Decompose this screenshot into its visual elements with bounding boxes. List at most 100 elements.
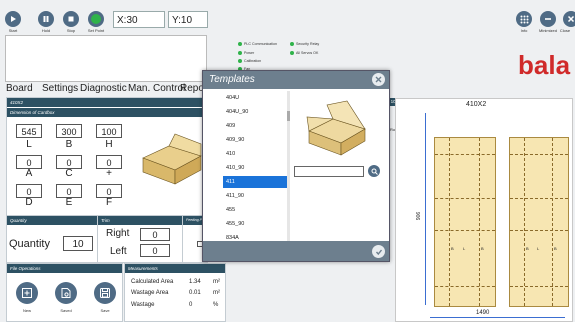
template-list-item[interactable]: 404U	[223, 92, 287, 104]
template-list-item[interactable]: 410_90	[223, 162, 287, 174]
saved-button[interactable]	[55, 282, 77, 304]
template-list-item[interactable]: 409_90	[223, 134, 287, 146]
check-icon	[375, 249, 382, 255]
close-icon	[567, 15, 575, 23]
stop-icon	[68, 16, 74, 22]
scrollbar-thumb[interactable]	[287, 111, 290, 121]
status-ok-icon	[290, 51, 294, 55]
sheet-mark: B	[481, 246, 484, 251]
tab-board[interactable]: Board	[6, 83, 33, 94]
dim-h-field[interactable]: 100	[96, 124, 122, 138]
play-icon	[11, 16, 16, 22]
x-coordinate-field: X:30	[113, 11, 165, 28]
trim-left-label: Left	[110, 246, 127, 257]
info-label: Info	[520, 28, 528, 33]
layout-width-label: 1490	[476, 310, 490, 316]
template-list-item[interactable]: 455_90	[223, 218, 287, 230]
brand-logo: bala	[518, 50, 571, 80]
wastage-label: Wastage	[131, 302, 155, 308]
cardboard-sheet: B L B	[434, 137, 496, 307]
wastage-unit: %	[213, 302, 219, 308]
tab-diagnostic[interactable]: Diagnostic	[80, 83, 127, 94]
template-search-input[interactable]	[294, 166, 364, 177]
sheet-fold-line	[552, 138, 553, 306]
templates-dialog-header: Templates	[203, 71, 389, 89]
dim-c-field[interactable]: 0	[56, 155, 82, 169]
sheet-fold-line	[435, 154, 495, 155]
sheet-fold-line	[510, 198, 568, 199]
template-list-item[interactable]: 409	[223, 120, 287, 132]
minus-icon	[545, 18, 551, 20]
template-list[interactable]: 404U 404U_90 409 409_90 410 410_90 411 4…	[203, 89, 291, 241]
set-point-label: Set Point	[87, 28, 105, 33]
templates-dialog: Templates 404U 404U_90 409 409_90 410 41…	[202, 70, 390, 262]
template-list-item-selected[interactable]: 411	[223, 176, 287, 188]
layout-preview: 410X2 906 1490 B L B B L B	[395, 98, 573, 322]
trim-header: Trim	[98, 216, 182, 225]
tab-man-control[interactable]: Man. Control	[128, 83, 185, 94]
dim-b-field[interactable]: 300	[56, 124, 82, 138]
sheet-fold-line	[510, 154, 568, 155]
sheet-mark: B	[526, 246, 529, 251]
template-list-scrollbar[interactable]	[287, 91, 290, 241]
trim-right-field[interactable]: 0	[140, 228, 170, 241]
search-icon	[371, 168, 378, 175]
cardbox-preview-image	[142, 133, 202, 185]
template-list-item[interactable]: 410	[223, 148, 287, 160]
file-operations-panel: File Operations New Saved Save	[6, 263, 123, 322]
hold-button[interactable]	[38, 11, 54, 27]
pause-icon	[43, 16, 49, 22]
dim-plus-field[interactable]: 0	[96, 155, 122, 169]
status-security-relay: Security Relay	[290, 42, 319, 46]
dimension-header: Dimension of Cardbox	[7, 108, 207, 117]
dim-c-label: C	[65, 168, 73, 179]
quantity-field[interactable]: 10	[63, 236, 93, 251]
start-button[interactable]	[5, 11, 21, 27]
close-icon	[375, 76, 382, 83]
cardboard-sheet: B L B	[509, 137, 569, 307]
new-button[interactable]	[16, 282, 38, 304]
y-coordinate-field: Y:10	[168, 11, 208, 28]
wastage-value: 0	[189, 302, 193, 308]
sheet-mark: B	[554, 246, 557, 251]
save-button[interactable]	[94, 282, 116, 304]
close-button[interactable]	[563, 11, 575, 27]
dim-e-field[interactable]: 0	[56, 184, 82, 198]
sheet-fold-line	[524, 138, 525, 306]
measurements-panel: Measurements Calculated Area 1.34 m² Was…	[124, 263, 226, 322]
set-point-button[interactable]	[88, 11, 104, 27]
close-label: Close	[559, 28, 571, 33]
template-list-item[interactable]: 411_90	[223, 190, 287, 202]
dim-d-field[interactable]: 0	[16, 184, 42, 198]
calculated-area-value: 1.34	[189, 279, 201, 285]
info-button[interactable]	[516, 11, 532, 27]
saved-file-icon	[61, 288, 71, 298]
measure-header: Measurements	[125, 264, 225, 273]
dimension-panel: 410X2 Dimension of Cardbox 545 300 100 L…	[6, 97, 208, 216]
dim-a-field[interactable]: 0	[16, 155, 42, 169]
tab-settings[interactable]: Settings	[42, 83, 78, 94]
minimize-button[interactable]	[540, 11, 556, 27]
trim-left-field[interactable]: 0	[140, 244, 170, 257]
template-list-item[interactable]: 455	[223, 204, 287, 216]
dim-f-field[interactable]: 0	[96, 184, 122, 198]
trim-panel: Trim Right 0 Left 0	[97, 215, 183, 263]
quantity-header: Quantity	[7, 216, 97, 225]
template-list-item[interactable]: 404U_90	[223, 106, 287, 118]
status-plc-communication: PLC Communication	[238, 42, 277, 46]
dialog-close-button[interactable]	[372, 73, 385, 86]
sheet-fold-line	[449, 138, 450, 306]
dim-plus-label: +	[106, 168, 112, 179]
template-preview-image	[306, 100, 366, 156]
template-search-button[interactable]	[368, 165, 380, 177]
dialog-confirm-button[interactable]	[372, 245, 385, 258]
dim-l-field[interactable]: 545	[16, 124, 42, 138]
stop-button[interactable]	[63, 11, 79, 27]
save-label: Save	[100, 308, 110, 313]
layout-width-dimension-line	[430, 317, 565, 318]
file-header: File Operations	[7, 264, 122, 273]
stop-label: Stop	[66, 28, 76, 33]
hold-label: Hold	[41, 28, 51, 33]
message-log	[5, 35, 207, 82]
status-calibration: Calibration	[238, 59, 261, 63]
